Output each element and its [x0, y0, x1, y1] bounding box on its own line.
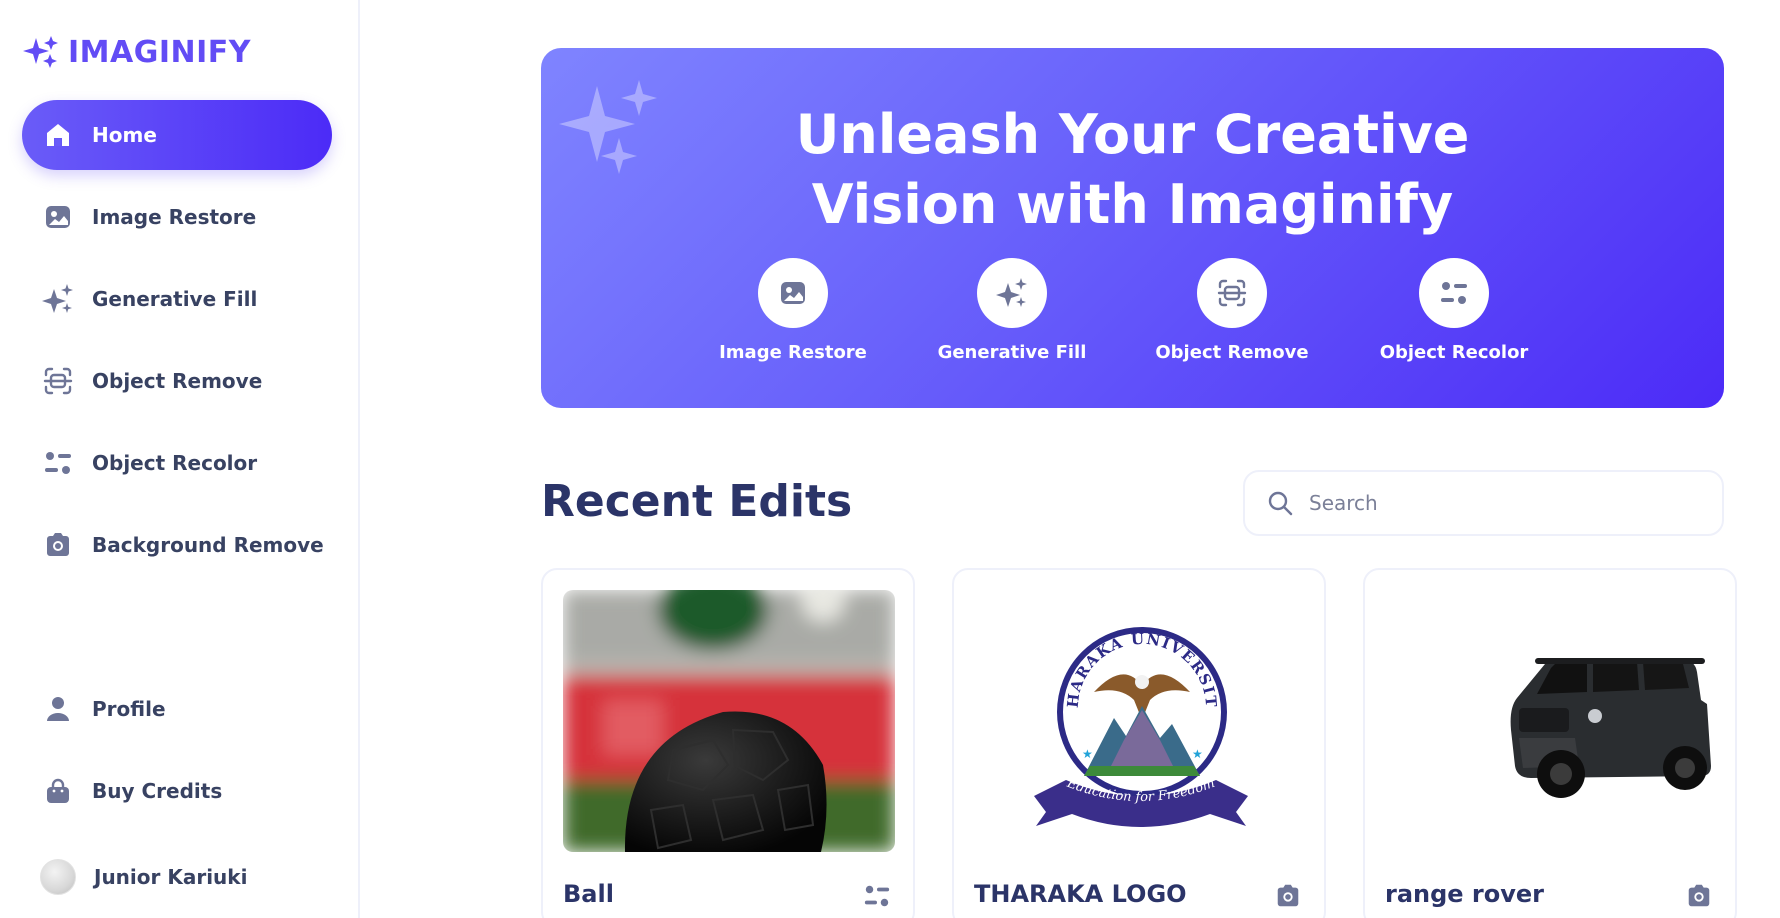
university-logo-image: THARAKA UNIVERSITY ★ ★ Education for Fre… — [974, 590, 1248, 827]
stars-icon — [42, 283, 74, 315]
image-icon — [781, 282, 805, 304]
suv-image — [1510, 658, 1711, 798]
hero-title-line: Unleash Your Creative — [795, 103, 1470, 166]
card-title: THARAKA LOGO — [974, 880, 1187, 908]
tool-icon-circle — [977, 258, 1047, 328]
sidebar-item-label: Background Remove — [92, 533, 324, 557]
brand-logo[interactable]: IMAGINIFY — [22, 34, 251, 70]
sidebar-item-label: Object Recolor — [92, 451, 258, 475]
sparkles-logo-icon — [23, 36, 58, 68]
stars-icon — [996, 278, 1027, 307]
sidebar-item-label: Generative Fill — [92, 287, 258, 311]
card-thumbnail[interactable] — [563, 590, 895, 852]
filter-icon — [1441, 282, 1467, 304]
bag-icon — [42, 775, 74, 807]
sidebar-item-label: Buy Credits — [92, 779, 223, 803]
user-profile-button[interactable]: Junior Kariuki — [22, 842, 332, 912]
recent-edits-heading: Recent Edits — [541, 476, 853, 527]
sidebar-item-profile[interactable]: Profile — [22, 674, 332, 744]
sidebar-item-label: Object Remove — [92, 369, 263, 393]
tool-label: Object Recolor — [1379, 342, 1529, 363]
sidebar-item-label: Profile — [92, 697, 166, 721]
filter-icon — [42, 447, 74, 479]
hero-title-line: Vision with Imaginify — [811, 173, 1454, 236]
sidebar-item-label: Image Restore — [92, 205, 257, 229]
camera-icon — [1688, 884, 1710, 907]
camera-icon — [42, 529, 74, 561]
filter-icon — [864, 885, 890, 907]
image-icon — [42, 201, 74, 233]
card-thumbnail[interactable]: THARAKA UNIVERSITY ★ ★ Education for Fre… — [974, 590, 1306, 852]
tool-label: Image Restore — [719, 342, 867, 363]
tool-label: Generative Fill — [937, 342, 1087, 363]
scan-icon — [42, 365, 74, 397]
star-icon: ★ — [1192, 747, 1203, 761]
hero-tool-object-remove[interactable]: Object Remove — [1142, 258, 1322, 363]
sidebar-item-generative-fill[interactable]: Generative Fill — [22, 264, 332, 334]
hero-tool-object-recolor[interactable]: Object Recolor — [1364, 258, 1544, 363]
hero-title: Unleash Your Creative Vision with Imagin… — [541, 100, 1724, 240]
search-input[interactable] — [1309, 491, 1689, 515]
hero-tool-image-restore[interactable]: Image Restore — [703, 258, 883, 363]
sidebar-item-buy-credits[interactable]: Buy Credits — [22, 756, 332, 826]
avatar — [40, 859, 76, 895]
hero-banner: Unleash Your Creative Vision with Imagin… — [541, 48, 1724, 408]
sidebar: IMAGINIFY Home Image Restore Generative … — [0, 0, 360, 918]
search-icon — [1268, 491, 1293, 516]
sidebar-item-home[interactable]: Home — [22, 100, 332, 170]
recent-edit-card-tharaka-logo[interactable]: THARAKA UNIVERSITY ★ ★ Education for Fre… — [952, 568, 1326, 918]
sidebar-item-label: Home — [92, 123, 157, 147]
tool-icon-circle — [1197, 258, 1267, 328]
user-name: Junior Kariuki — [94, 865, 248, 889]
ball-image — [563, 590, 895, 852]
sidebar-item-object-recolor[interactable]: Object Recolor — [22, 428, 332, 498]
sidebar-item-background-remove[interactable]: Background Remove — [22, 510, 332, 580]
sidebar-item-image-restore[interactable]: Image Restore — [22, 182, 332, 252]
tool-icon-circle — [758, 258, 828, 328]
brand-name: IMAGINIFY — [68, 34, 252, 70]
recent-edit-card-range-rover[interactable]: range rover — [1363, 568, 1737, 918]
card-thumbnail[interactable] — [1385, 590, 1717, 852]
star-icon: ★ — [1082, 747, 1093, 761]
camera-icon — [1277, 884, 1299, 907]
scan-icon — [1217, 279, 1247, 307]
profile-icon — [42, 693, 74, 725]
hero-tool-generative-fill[interactable]: Generative Fill — [922, 258, 1102, 363]
tool-icon-circle — [1419, 258, 1489, 328]
recent-edit-card-ball[interactable]: Ball — [541, 568, 915, 918]
sidebar-item-object-remove[interactable]: Object Remove — [22, 346, 332, 416]
tool-label: Object Remove — [1155, 342, 1309, 363]
home-icon — [42, 119, 74, 151]
search-box[interactable] — [1243, 470, 1724, 536]
card-title: range rover — [1385, 880, 1545, 908]
card-title: Ball — [563, 880, 614, 908]
